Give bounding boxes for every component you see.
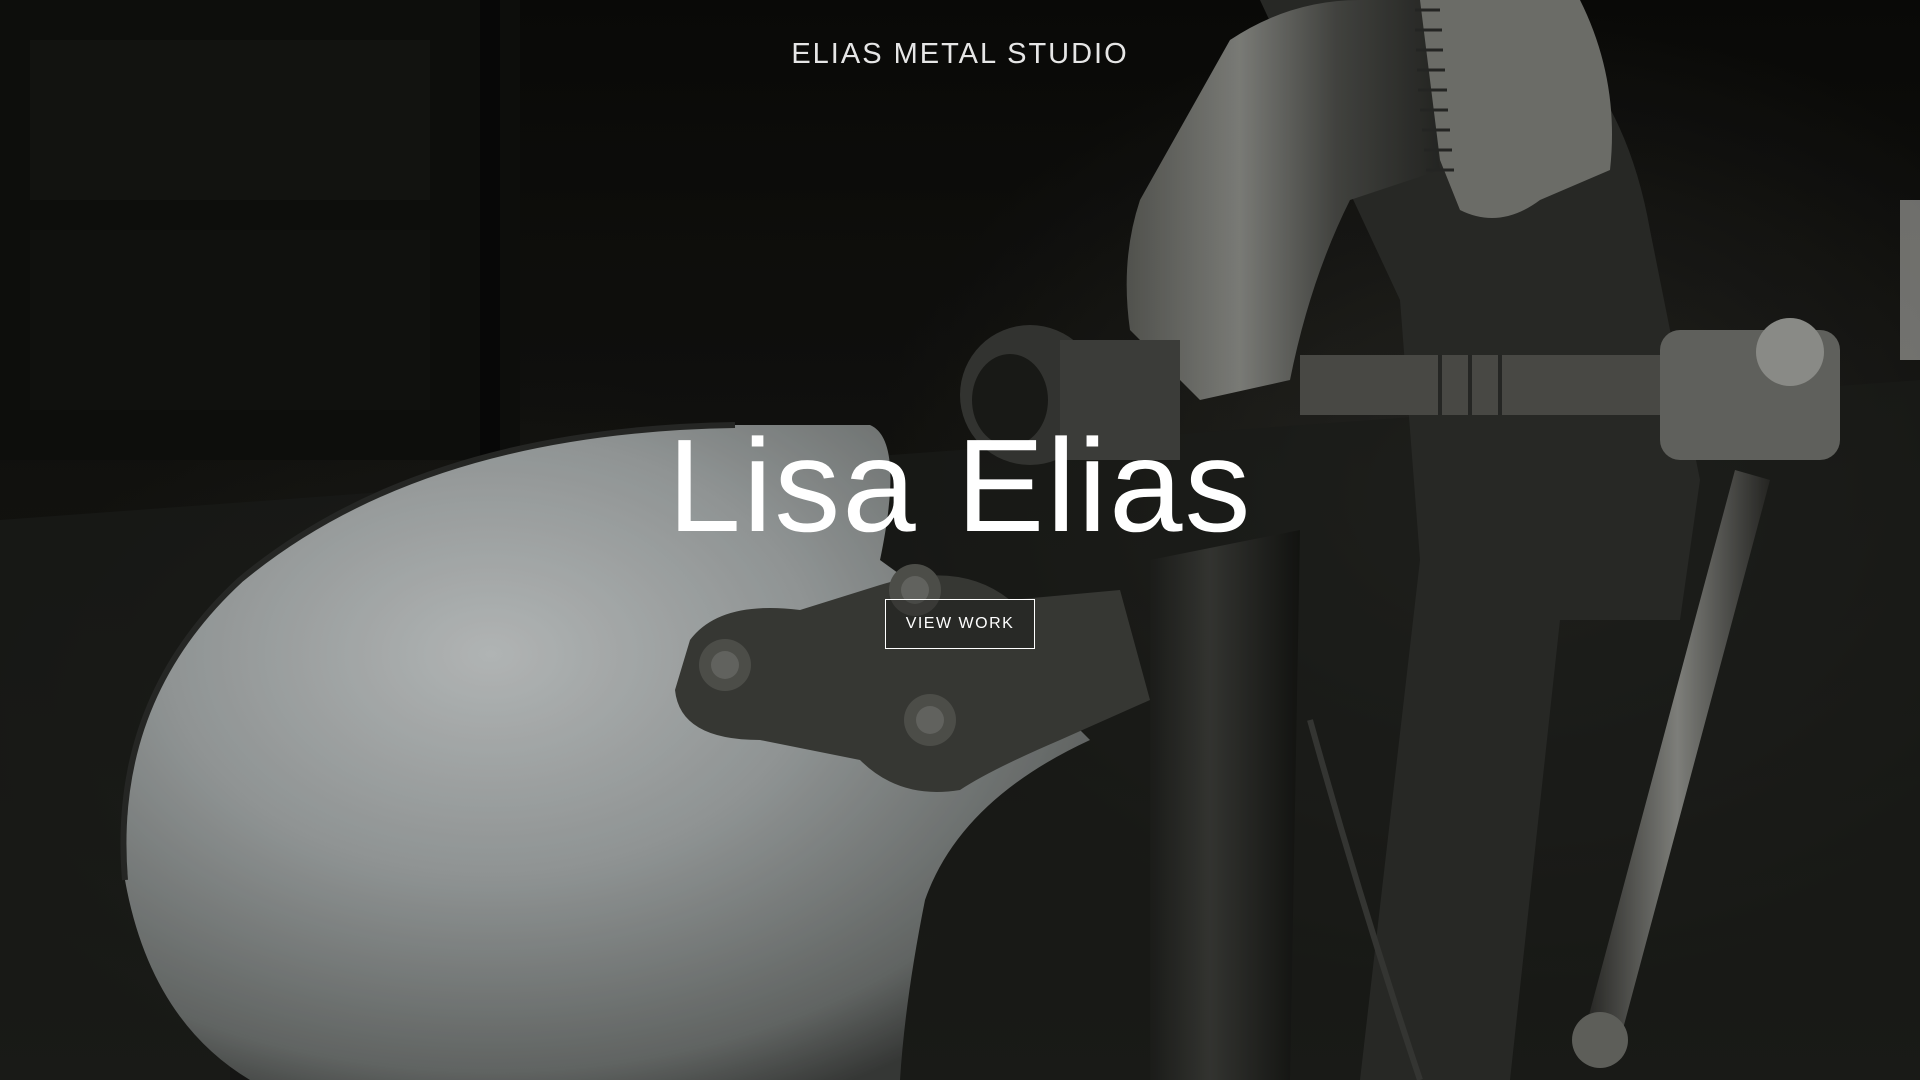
view-work-button[interactable]: VIEW WORK xyxy=(885,599,1035,649)
page-title: Lisa Elias xyxy=(667,412,1253,559)
hero-section: ELIAS METAL STUDIO Lisa Elias VIEW WORK xyxy=(0,0,1920,1080)
studio-logo-text[interactable]: ELIAS METAL STUDIO xyxy=(0,38,1920,71)
view-work-button-label: VIEW WORK xyxy=(905,615,1015,632)
